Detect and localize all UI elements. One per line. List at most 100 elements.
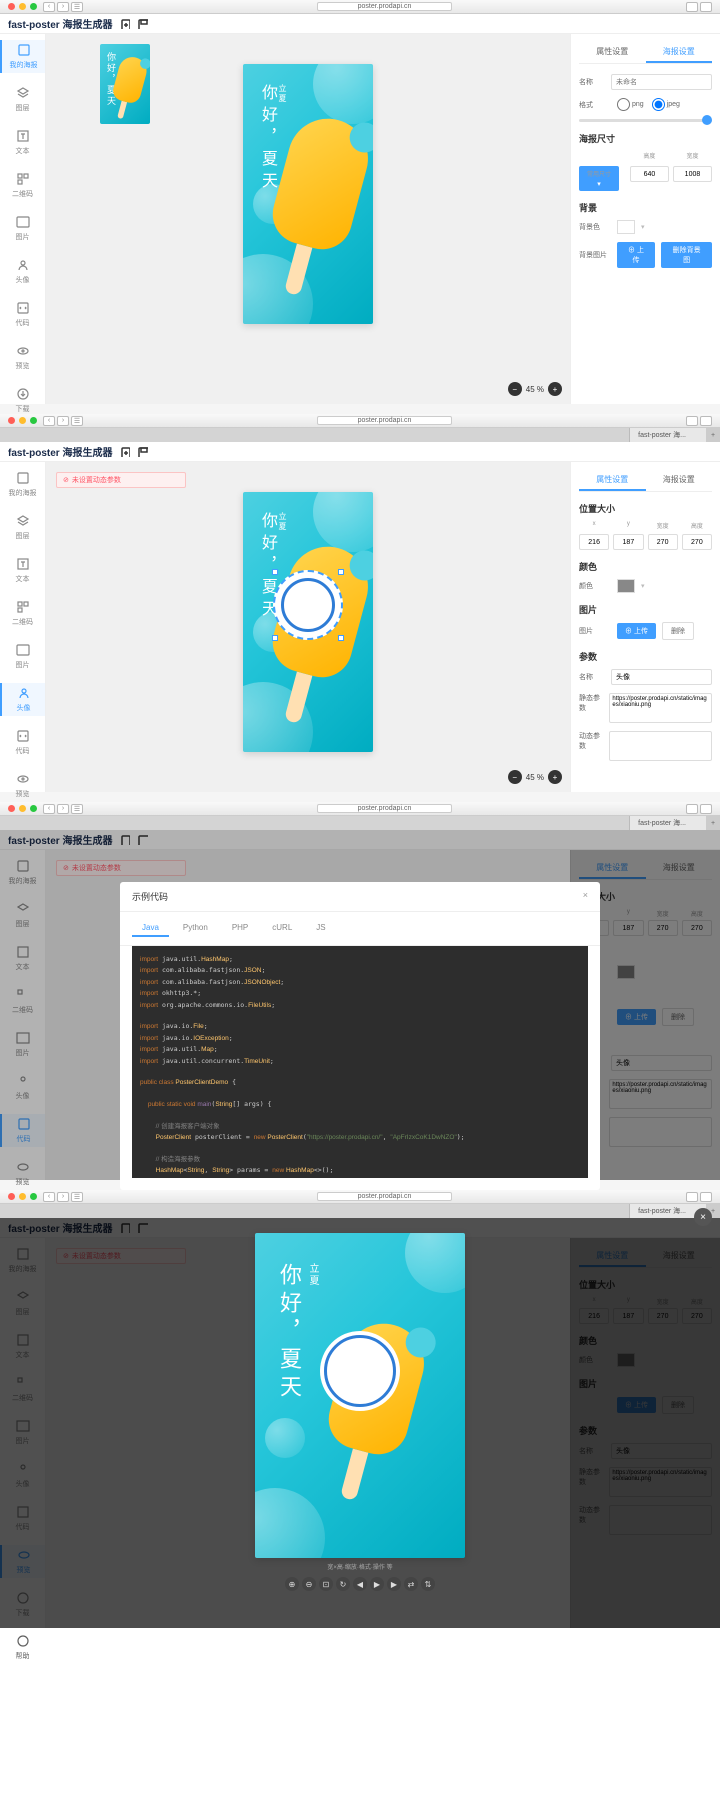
pv-flip-h-icon[interactable]: ⇄ <box>404 1577 418 1591</box>
sidebar-item-preview[interactable]: 预览 <box>0 341 45 374</box>
tab-poster[interactable]: 海报设置 <box>646 470 713 491</box>
tab-poster[interactable]: 海报设置 <box>646 42 713 63</box>
new-icon[interactable] <box>120 19 130 29</box>
modal-close-icon[interactable]: × <box>583 890 588 903</box>
dynamic-param-input[interactable] <box>609 731 712 761</box>
quality-slider[interactable] <box>579 119 712 122</box>
new-tab-button[interactable]: + <box>706 428 720 442</box>
back-button[interactable]: ‹ <box>43 2 55 12</box>
pv-prev-icon[interactable]: ◀ <box>353 1577 367 1591</box>
close-preview-button[interactable]: × <box>694 1208 712 1226</box>
name-input[interactable] <box>611 74 712 90</box>
canvas-area: ⊘未设置动态参数 你好，夏天 立夏 −45 %+ <box>46 462 570 792</box>
tab-php[interactable]: PHP <box>222 920 258 937</box>
macos-titlebar: ‹›☰ poster.prodapi.cn <box>0 414 720 428</box>
nav-buttons: ‹›☰ <box>43 2 83 12</box>
color-swatch[interactable] <box>617 579 635 593</box>
tab-curl[interactable]: cURL <box>262 920 302 937</box>
pv-next-icon[interactable]: ▶ <box>387 1577 401 1591</box>
save-icon[interactable] <box>138 19 148 29</box>
zoom-in-button[interactable]: + <box>548 382 562 396</box>
fwd-button[interactable]: › <box>57 2 69 12</box>
sidebar: 我的海报 图层 文本 二维码 图片 头像 代码 预览 下载 帮助 <box>0 850 46 1180</box>
tab-python[interactable]: Python <box>173 920 218 937</box>
browser-tabs: fast-poster 海...+ <box>0 428 720 442</box>
sidebar-item-code[interactable]: 代码 <box>0 726 45 759</box>
tab-attr[interactable]: 属性设置 <box>579 470 646 491</box>
delete-img-button[interactable]: 删除 <box>662 622 694 640</box>
zoom-control: −45 %+ <box>508 382 562 396</box>
upload-bg-button[interactable]: ⊕ 上传 <box>617 242 656 268</box>
new-icon[interactable] <box>120 835 130 845</box>
resize-handle[interactable] <box>338 569 344 575</box>
tab-attr[interactable]: 属性设置 <box>579 42 646 63</box>
resize-handle[interactable] <box>272 635 278 641</box>
pv-fit-icon[interactable]: ⊡ <box>319 1577 333 1591</box>
poster-canvas[interactable]: 你好，夏天 立夏 <box>243 64 373 324</box>
modal-title: 示例代码 <box>132 890 168 903</box>
sidebar-item-preview[interactable]: 预览 <box>0 769 45 802</box>
pv-rotate-icon[interactable]: ↻ <box>336 1577 350 1591</box>
sidebar-item-code[interactable]: 代码 <box>0 298 45 331</box>
url-bar[interactable]: poster.prodapi.cn <box>317 2 453 11</box>
tab-js[interactable]: JS <box>306 920 335 937</box>
tab-java[interactable]: Java <box>132 920 169 937</box>
sidebar-item-my[interactable]: 我的海报 <box>0 40 45 73</box>
preview-controls: ⊕⊖ ⊡↻ ◀▶ ▶⇄ ⇅ <box>285 1577 435 1591</box>
sidebar-item-my[interactable]: 我的海报 <box>0 468 45 501</box>
sidebar-item-image[interactable]: 图片 <box>0 212 45 245</box>
sidebar-button[interactable]: ☰ <box>71 2 83 12</box>
sidebar-item-qr[interactable]: 二维码 <box>0 169 45 202</box>
resize-handle[interactable] <box>272 569 278 575</box>
preview-poster: 你好，夏天 立夏 <box>255 1233 465 1558</box>
zoom-in-button[interactable]: + <box>548 770 562 784</box>
new-icon[interactable] <box>120 447 130 457</box>
width-input[interactable] <box>673 166 712 182</box>
sidebar-item-text[interactable]: 文本 <box>0 554 45 587</box>
sidebar: 我的海报 图层 文本 二维码 图片 头像 代码 预览 下载 帮助 <box>0 462 46 792</box>
sidebar-item-qr[interactable]: 二维码 <box>0 597 45 630</box>
poster-main-text: 你好，夏天 <box>255 84 279 194</box>
save-icon[interactable] <box>138 447 148 457</box>
sidebar-item-layer[interactable]: 图层 <box>0 83 45 116</box>
zoom-out-button[interactable]: − <box>508 770 522 784</box>
sidebar-item-download[interactable]: 下载 <box>0 384 45 417</box>
sidebar-item-avatar[interactable]: 头像 <box>0 683 45 716</box>
sidebar-item-image[interactable]: 图片 <box>0 640 45 673</box>
code-modal: 示例代码 × Java Python PHP cURL JS import jav… <box>120 882 600 1190</box>
share-button[interactable] <box>686 2 698 12</box>
tabs-button[interactable] <box>700 2 712 12</box>
preset-size-button[interactable]: 常用尺寸 ▾ <box>579 166 619 191</box>
upload-img-button[interactable]: ⊕ 上传 <box>617 623 656 639</box>
poster-thumbnail[interactable]: 你好，夏天 <box>100 44 150 124</box>
height-input[interactable] <box>630 166 669 182</box>
static-param-input[interactable] <box>609 693 712 723</box>
w-input[interactable] <box>648 534 678 550</box>
app-header: fast-poster 海报生成器 <box>0 442 720 462</box>
bgcolor-swatch[interactable] <box>617 220 635 234</box>
sidebar-item-layer[interactable]: 图层 <box>0 511 45 544</box>
sidebar-item-avatar[interactable]: 头像 <box>0 255 45 288</box>
y-input[interactable] <box>613 534 643 550</box>
traffic-lights[interactable] <box>8 3 37 10</box>
browser-tab[interactable]: fast-poster 海... <box>629 428 706 442</box>
sidebar-item-code[interactable]: 代码 <box>0 1114 45 1147</box>
sidebar-item-text[interactable]: 文本 <box>0 126 45 159</box>
x-input[interactable] <box>579 534 609 550</box>
poster-canvas[interactable]: 你好，夏天 立夏 <box>243 492 373 752</box>
resize-handle[interactable] <box>338 635 344 641</box>
avatar-element-selected[interactable] <box>273 570 343 640</box>
param-name-input[interactable] <box>611 669 712 685</box>
pv-zoom-out-icon[interactable]: ⊖ <box>302 1577 316 1591</box>
h-input[interactable] <box>682 534 712 550</box>
pv-play-icon[interactable]: ▶ <box>370 1577 384 1591</box>
save-icon[interactable] <box>138 835 148 845</box>
code-block[interactable]: import java.util.HashMap; import com.ali… <box>132 946 588 1178</box>
code-lang-tabs: Java Python PHP cURL JS <box>120 912 600 946</box>
zoom-out-button[interactable]: − <box>508 382 522 396</box>
properties-panel: 属性设置海报设置 位置大小 xy宽度高度 颜色 颜色▾ 图片 图片⊕ 上传删除 … <box>570 462 720 792</box>
app-title: fast-poster 海报生成器 <box>8 16 112 31</box>
clear-bg-button[interactable]: 删除背景图 <box>661 242 712 268</box>
pv-zoom-in-icon[interactable]: ⊕ <box>285 1577 299 1591</box>
pv-flip-v-icon[interactable]: ⇅ <box>421 1577 435 1591</box>
